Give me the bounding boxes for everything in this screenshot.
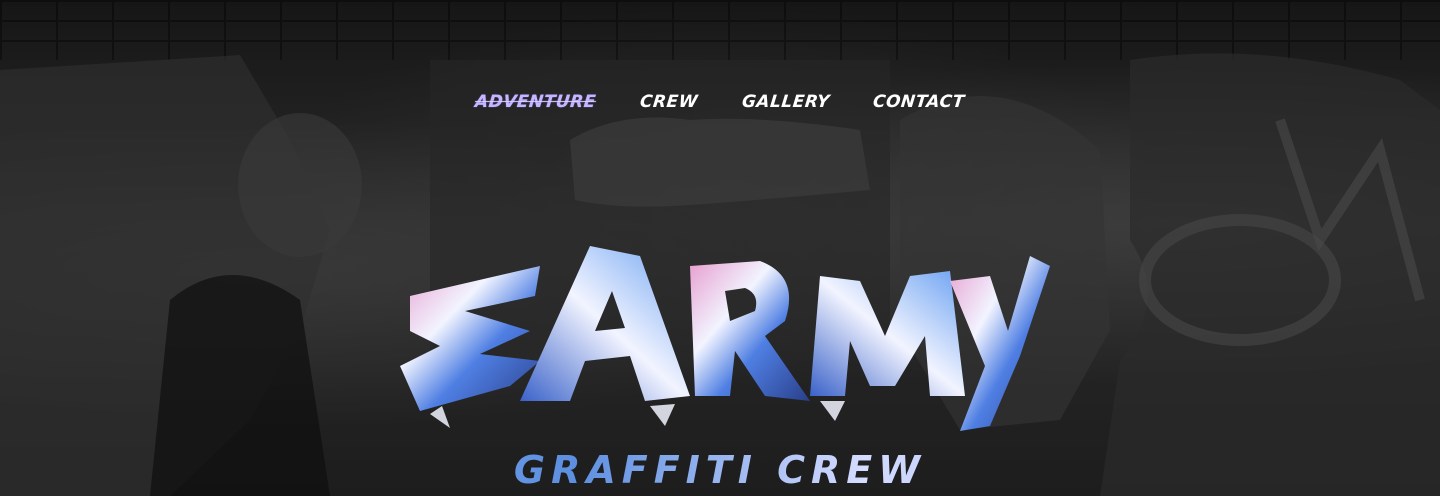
tagline: GRAFFITI CREW: [0, 448, 1440, 492]
wall-lettering-center: [570, 117, 870, 207]
hero-section: ADVENTURE CREW GALLERY CONTACT GRAFFITI …: [0, 0, 1440, 496]
logo-letter-r: [690, 261, 810, 401]
logo-letter-e: [400, 266, 540, 411]
logo-letter-a-large: [520, 246, 690, 401]
main-nav: ADVENTURE CREW GALLERY CONTACT: [0, 92, 1440, 112]
logo-letter-m: [810, 271, 965, 396]
nav-link-contact[interactable]: CONTACT: [872, 92, 966, 112]
nav-link-gallery[interactable]: GALLERY: [741, 92, 831, 112]
wall-head-left: [238, 113, 362, 257]
nav-link-adventure[interactable]: ADVENTURE: [474, 92, 597, 112]
logo-splatter: [430, 401, 845, 428]
nav-link-crew[interactable]: CREW: [639, 92, 699, 112]
earmy-logo-graphic: [400, 246, 1050, 431]
earmy-logo: [390, 236, 1070, 436]
logo-letter-y: [950, 256, 1050, 431]
